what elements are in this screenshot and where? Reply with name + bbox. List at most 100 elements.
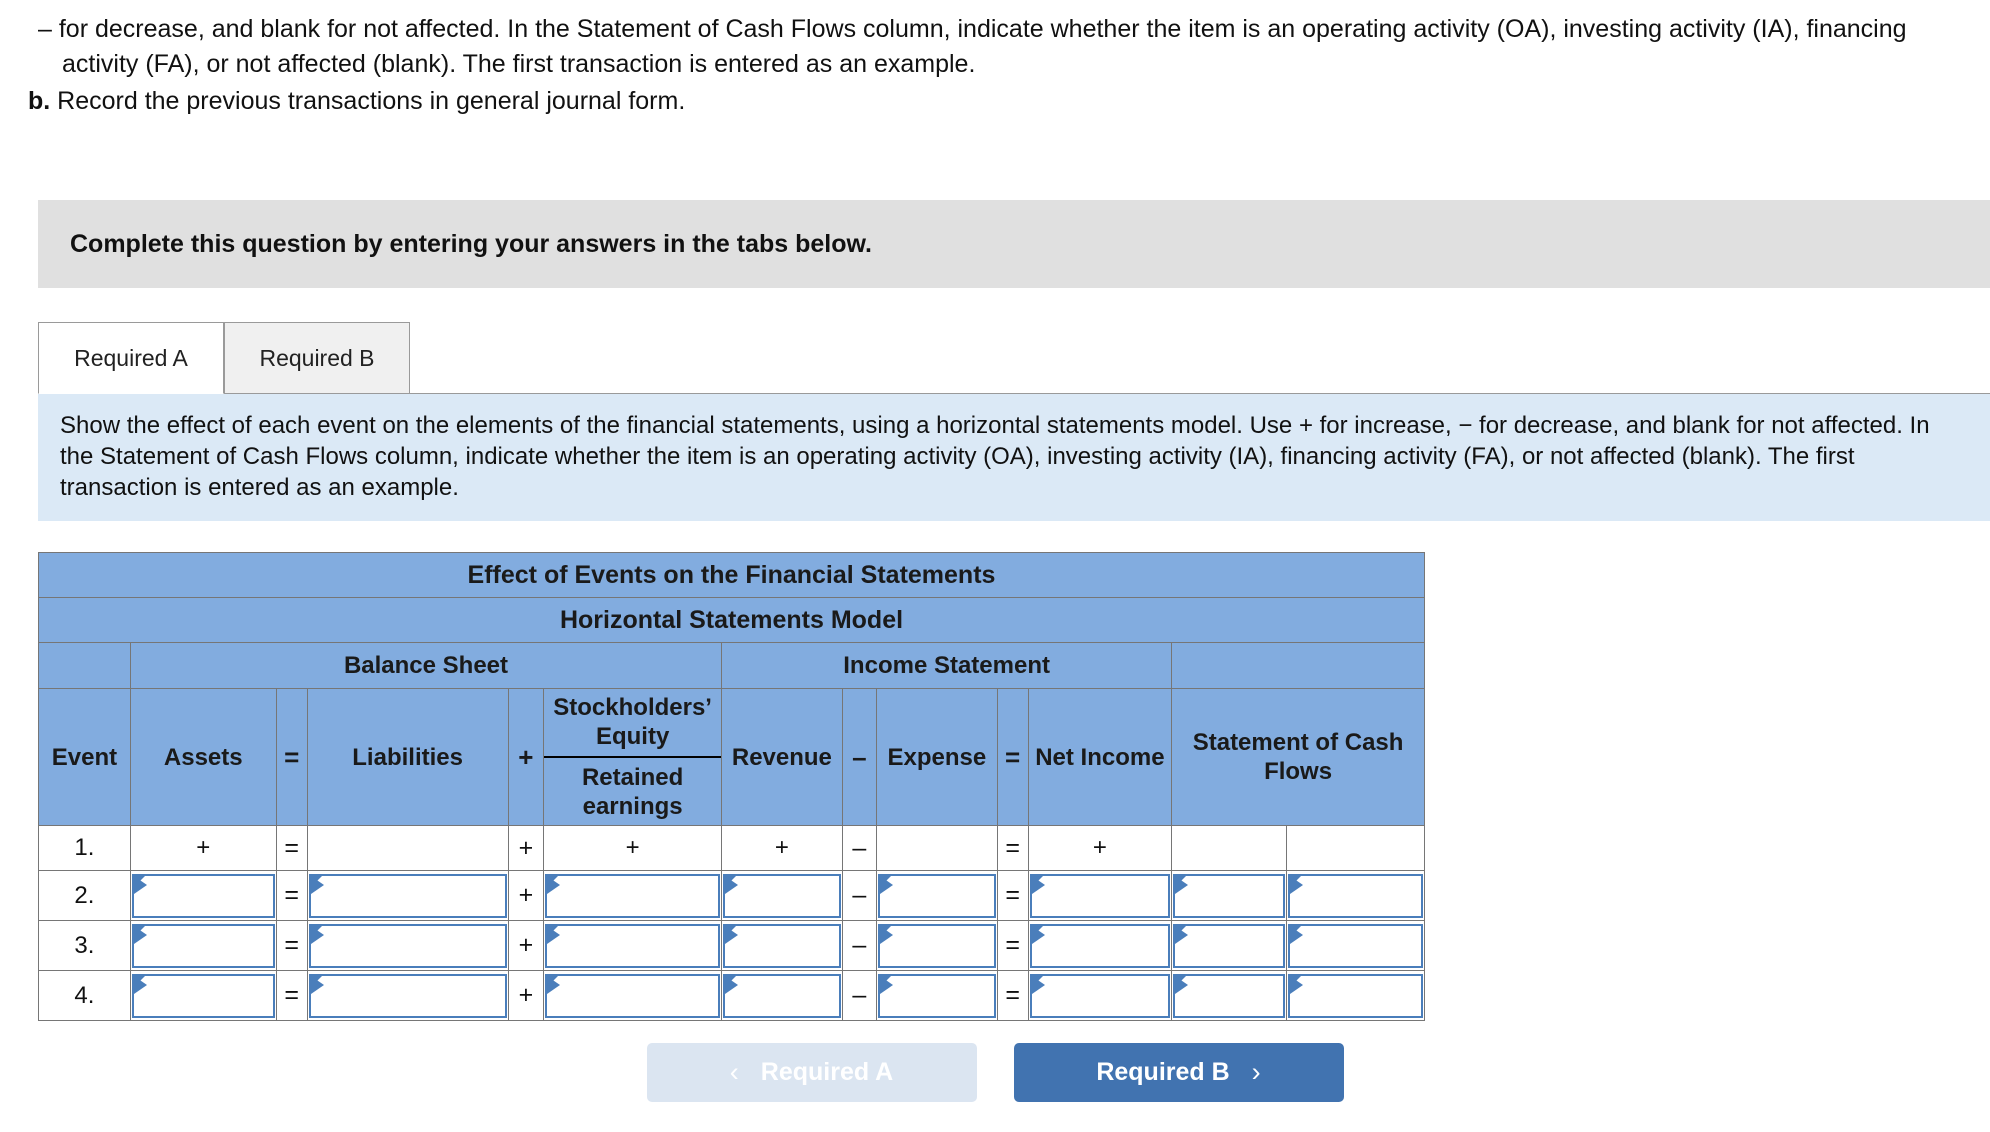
row-cash-flow-activity: [1285, 825, 1426, 871]
assets-dropdown-4[interactable]: [131, 973, 275, 1018]
column-header-assets: Assets: [129, 688, 277, 826]
chevron-right-icon: ›: [1251, 1057, 1261, 1087]
liabilities-dropdown-4[interactable]: [308, 973, 507, 1018]
tab-required-b-label: Required B: [259, 344, 375, 371]
cash-flow-amount-dropdown-2[interactable]: [1173, 873, 1285, 918]
requirement-description-text: Show the effect of each event on the ele…: [60, 412, 1930, 501]
row-event-number: 2.: [38, 870, 131, 921]
expense-dropdown-3[interactable]: [878, 923, 996, 968]
assets-dropdown-2[interactable]: [131, 873, 275, 918]
input-cell-assets[interactable]: [129, 970, 277, 1021]
input-cell-expense[interactable]: [876, 920, 998, 971]
table-row: 1. + = + + + – = +: [38, 825, 1426, 871]
column-header-net-income: Net Income: [1027, 688, 1173, 826]
input-cell-cash-flow-activity[interactable]: [1285, 920, 1426, 971]
group-header-spacer-right: [1171, 642, 1425, 689]
input-cell-liabilities[interactable]: [306, 870, 509, 921]
row-liabilities-value: [306, 825, 509, 871]
equity-dropdown-3[interactable]: [545, 923, 721, 968]
next-required-b-label: Required B: [1096, 1058, 1230, 1086]
table-row: 4. = + – =: [38, 970, 1426, 1021]
row-assets-value: +: [129, 825, 277, 871]
equity-dropdown-2[interactable]: [545, 873, 721, 918]
question-part-a-text: – for decrease, and blank for not affect…: [38, 15, 1907, 78]
row-equals-1: =: [275, 870, 308, 921]
input-cell-liabilities[interactable]: [306, 920, 509, 971]
row-cash-flow-amount: [1171, 825, 1287, 871]
expense-dropdown-4[interactable]: [878, 973, 996, 1018]
input-cell-expense[interactable]: [876, 870, 998, 921]
row-equals-1: =: [275, 970, 308, 1021]
tab-required-b[interactable]: Required B: [224, 322, 410, 394]
group-header-spacer: [38, 642, 131, 689]
liabilities-dropdown-2[interactable]: [308, 873, 507, 918]
column-header-revenue: Revenue: [721, 688, 843, 826]
input-cell-net-income[interactable]: [1027, 970, 1173, 1021]
prev-required-a-button[interactable]: ‹ Required A: [646, 1043, 977, 1102]
input-cell-equity[interactable]: [543, 970, 723, 1021]
question-block: – for decrease, and blank for not affect…: [0, 0, 1990, 119]
column-header-statement-of-cash-flows: Statement of Cash Flows: [1171, 688, 1425, 826]
input-cell-net-income[interactable]: [1027, 870, 1173, 921]
question-part-b-label: b.: [28, 87, 51, 115]
question-part-b-text: Record the previous transactions in gene…: [57, 87, 686, 115]
cash-flow-amount-dropdown-4[interactable]: [1173, 973, 1285, 1018]
tab-required-a-label: Required A: [74, 344, 188, 371]
net-income-dropdown-4[interactable]: [1029, 973, 1171, 1018]
revenue-dropdown-2[interactable]: [723, 873, 841, 918]
expense-dropdown-2[interactable]: [878, 873, 996, 918]
input-cell-assets[interactable]: [129, 920, 277, 971]
row-equals-2: =: [996, 920, 1029, 971]
net-income-dropdown-2[interactable]: [1029, 873, 1171, 918]
group-header-income-statement: Income Statement: [721, 642, 1173, 689]
revenue-dropdown-3[interactable]: [723, 923, 841, 968]
cash-flow-amount-dropdown-3[interactable]: [1173, 923, 1285, 968]
input-cell-cash-flow-activity[interactable]: [1285, 870, 1426, 921]
row-plus-1: +: [507, 920, 545, 971]
table-subtitle: Horizontal Statements Model: [38, 597, 1425, 643]
equity-dropdown-4[interactable]: [545, 973, 721, 1018]
input-cell-assets[interactable]: [129, 870, 277, 921]
tab-required-a[interactable]: Required A: [38, 322, 224, 394]
input-cell-revenue[interactable]: [721, 970, 843, 1021]
row-equals-1: =: [275, 825, 308, 871]
input-cell-cash-flow-activity[interactable]: [1285, 970, 1426, 1021]
cash-flow-activity-dropdown-3[interactable]: [1287, 923, 1423, 968]
row-event-number: 4.: [38, 970, 131, 1021]
input-cell-equity[interactable]: [543, 920, 723, 971]
input-cell-equity[interactable]: [543, 870, 723, 921]
question-part-b: b. Record the previous transactions in g…: [0, 84, 1990, 119]
input-cell-expense[interactable]: [876, 970, 998, 1021]
cash-flow-activity-dropdown-4[interactable]: [1287, 973, 1423, 1018]
cash-flow-activity-dropdown-2[interactable]: [1287, 873, 1423, 918]
assets-dropdown-3[interactable]: [131, 923, 275, 968]
input-cell-cash-flow-amount[interactable]: [1171, 870, 1287, 921]
row-minus: –: [841, 825, 878, 871]
row-minus: –: [841, 870, 878, 921]
horizontal-statements-model-table: Effect of Events on the Financial Statem…: [38, 552, 1426, 1021]
instruction-band-text: Complete this question by entering your …: [70, 229, 872, 258]
liabilities-dropdown-3[interactable]: [308, 923, 507, 968]
input-cell-liabilities[interactable]: [306, 970, 509, 1021]
input-cell-revenue[interactable]: [721, 920, 843, 971]
revenue-dropdown-4[interactable]: [723, 973, 841, 1018]
net-income-dropdown-3[interactable]: [1029, 923, 1171, 968]
column-header-stockholders-equity: Stockholders’ Equity Retained earnings: [543, 688, 723, 826]
row-equals-1: =: [275, 920, 308, 971]
next-required-b-button[interactable]: Required B ›: [1013, 1043, 1344, 1102]
row-expense-value: [876, 825, 998, 871]
input-cell-cash-flow-amount[interactable]: [1171, 920, 1287, 971]
column-header-retained-earnings-label: Retained earnings: [581, 764, 684, 820]
column-header-plus-1: +: [507, 688, 545, 826]
prev-required-a-label: Required A: [760, 1058, 894, 1086]
column-header-stockholders-equity-label: Stockholders’ Equity: [544, 689, 722, 758]
tabstrip: Required A Required B: [38, 322, 410, 394]
input-cell-revenue[interactable]: [721, 870, 843, 921]
table-row: 3. = + – =: [38, 920, 1426, 971]
input-cell-cash-flow-amount[interactable]: [1171, 970, 1287, 1021]
navigation-bar: ‹ Required A Required B ›: [0, 1043, 1990, 1102]
row-plus-1: +: [507, 825, 545, 871]
row-plus-1: +: [507, 970, 545, 1021]
input-cell-net-income[interactable]: [1027, 920, 1173, 971]
table-title: Effect of Events on the Financial Statem…: [38, 552, 1425, 598]
